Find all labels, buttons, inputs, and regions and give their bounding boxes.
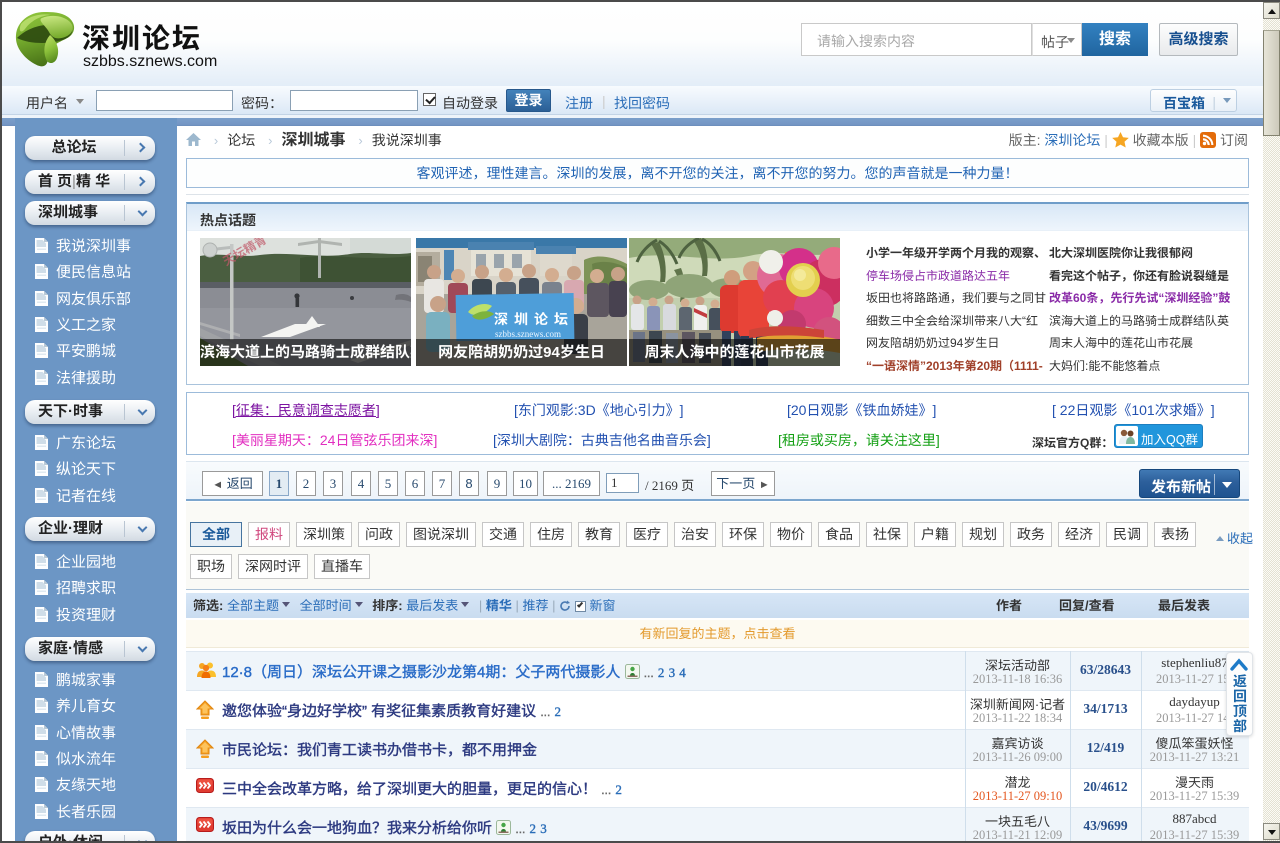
- svg-text:szbbs.sznews.com: szbbs.sznews.com: [495, 329, 561, 339]
- svg-text:深圳论坛: 深圳论坛: [494, 309, 574, 329]
